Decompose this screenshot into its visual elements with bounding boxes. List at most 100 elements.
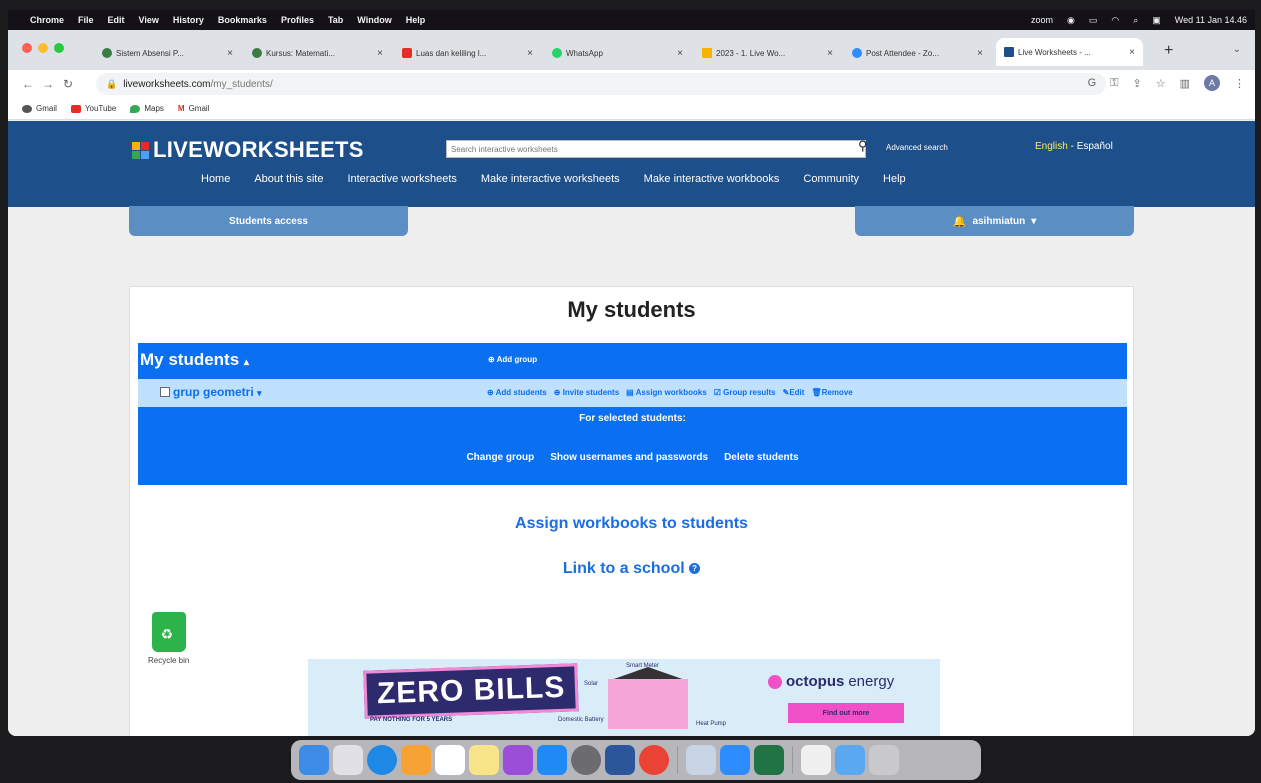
podcasts-icon[interactable] [503,745,533,775]
safari-icon[interactable] [367,745,397,775]
tab-6-active[interactable]: Live Worksheets - ... × [996,38,1143,66]
bookmark-gmail-2[interactable]: M Gmail [178,104,210,113]
nav-about[interactable]: About this site [254,173,323,185]
menubar-bookmarks[interactable]: Bookmarks [218,15,267,25]
nav-make-workbooks[interactable]: Make interactive workbooks [644,173,780,185]
advanced-search-link[interactable]: Advanced search [886,143,948,152]
assign-workbooks-button[interactable]: ▤ Assign workbooks [626,388,707,397]
folder-icon[interactable] [835,745,865,775]
battery-icon[interactable]: ▭ [1089,15,1098,26]
link-school[interactable]: Link to a school ? [130,560,1133,578]
bell-icon[interactable]: 🔔 [953,215,967,228]
chrome-icon[interactable] [639,745,669,775]
lang-spanish[interactable]: Español [1077,141,1113,152]
launchpad-icon[interactable] [333,745,363,775]
change-group-button[interactable]: Change group [466,452,534,463]
menubar-tab[interactable]: Tab [328,15,343,25]
menubar-app[interactable]: Chrome [30,15,64,25]
new-tab-icon[interactable]: + [1164,42,1173,60]
menubar-view[interactable]: View [139,15,159,25]
menubar-help[interactable]: Help [406,15,426,25]
tab-5[interactable]: Post Attendee - Zo... × [844,41,991,65]
trash-icon[interactable] [869,745,899,775]
menubar-window[interactable]: Window [357,15,391,25]
minimize-window-icon[interactable] [38,43,48,53]
add-students-button[interactable]: ⊕ Add students [487,388,547,397]
notes-icon[interactable] [469,745,499,775]
preview-icon[interactable] [686,745,716,775]
close-window-icon[interactable] [22,43,32,53]
tab-4[interactable]: 2023 - 1. Live Wo... × [694,41,841,65]
delete-students-button[interactable]: Delete students [724,452,798,463]
star-icon[interactable]: ☆ [1156,77,1166,90]
clock[interactable]: Wed 11 Jan 14.46 [1175,15,1247,25]
calendar-icon[interactable] [435,745,465,775]
tab-3[interactable]: WhatsApp × [544,41,691,65]
zoom-status[interactable]: zoom [1031,15,1053,25]
menubar-file[interactable]: File [78,15,94,25]
word-icon[interactable] [605,745,635,775]
group-results-button[interactable]: ☑ Group results [714,388,776,397]
nav-interactive-worksheets[interactable]: Interactive worksheets [347,173,456,185]
bookmark-youtube[interactable]: YouTube [70,104,116,113]
desktop-recycle-bin[interactable]: Recycle bin [148,612,189,665]
site-logo[interactable]: LIVEWORKSHEETS [132,137,364,163]
tab-search-icon[interactable]: ⌄ [1233,44,1241,55]
share-icon[interactable]: ⇪ [1133,77,1142,90]
assign-workbooks-link[interactable]: Assign workbooks to students [130,515,1133,533]
menubar-profiles[interactable]: Profiles [281,15,314,25]
search-input[interactable] [446,140,866,158]
key-icon[interactable]: ⚿ [1110,77,1118,90]
search-icon[interactable]: ⚲ [858,138,868,154]
zoom-icon[interactable] [720,745,750,775]
wifi-icon[interactable]: ◠ [1111,15,1119,26]
document-icon[interactable] [801,745,831,775]
forward-icon[interactable]: → [38,77,58,91]
sidepanel-icon[interactable]: ▥ [1180,77,1190,90]
google-icon[interactable]: G [1088,77,1097,89]
tab-close-icon[interactable]: × [677,48,683,59]
nav-home[interactable]: Home [201,173,230,185]
menubar-edit[interactable]: Edit [108,15,125,25]
record-icon[interactable]: ◉ [1067,15,1075,26]
zoom-window-icon[interactable] [54,43,64,53]
user-menu[interactable]: 🔔 asihmiatun ▾ [855,206,1134,236]
help-icon[interactable]: ? [689,563,701,575]
back-icon[interactable]: ← [18,77,38,91]
tab-0[interactable]: Sistem Absensi P... × [94,41,241,65]
menubar-history[interactable]: History [173,15,204,25]
show-credentials-button[interactable]: Show usernames and passwords [550,452,708,463]
bookmark-gmail[interactable]: Gmail [22,104,57,113]
reload-icon[interactable]: ↻ [58,77,78,91]
nav-community[interactable]: Community [803,173,859,185]
find-out-more-button[interactable]: Find out more [788,703,904,723]
settings-icon[interactable] [571,745,601,775]
profile-avatar[interactable]: A [1204,75,1220,91]
add-group-button[interactable]: ⊕ Add group [488,355,537,364]
excel-icon[interactable] [754,745,784,775]
tab-2[interactable]: Luas dan keliling l... × [394,41,541,65]
group-name[interactable]: grup geometri ▾ [173,385,262,399]
invite-students-button[interactable]: ⊕ Invite students [554,388,619,397]
appstore-icon[interactable] [537,745,567,775]
tab-close-icon[interactable]: × [977,48,983,59]
tab-close-icon[interactable]: × [827,48,833,59]
ad-banner[interactable]: ZERO BILLS PAY NOTHING FOR 5 YEARS Smart… [308,659,940,736]
nav-make-worksheets[interactable]: Make interactive worksheets [481,173,620,185]
nav-help[interactable]: Help [883,173,906,185]
students-access-button[interactable]: Students access [129,206,408,236]
remove-button[interactable]: 🗑Remove [811,388,852,397]
bookmark-maps[interactable]: Maps [130,104,164,113]
address-bar[interactable]: 🔒 liveworksheets.com /my_students/ [96,73,1106,95]
group-checkbox[interactable] [160,387,170,397]
control-center-icon[interactable]: ▣ [1152,15,1161,26]
panel-title[interactable]: My students ▴ [140,350,249,370]
tab-close-icon[interactable]: × [527,48,533,59]
finder-icon[interactable] [299,745,329,775]
tab-close-icon[interactable]: × [227,48,233,59]
tab-close-icon[interactable]: × [377,48,383,59]
photos-icon[interactable] [401,745,431,775]
more-icon[interactable]: ⋮ [1234,77,1245,90]
lock-icon[interactable]: 🔒 [106,79,117,90]
tab-1[interactable]: Kursus: Matemati... × [244,41,391,65]
